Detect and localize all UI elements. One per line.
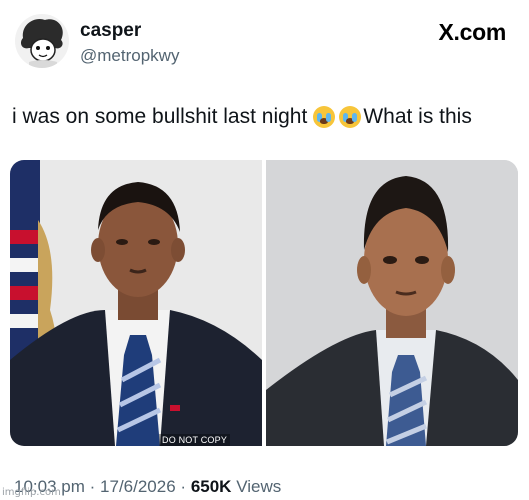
media-image-right[interactable] bbox=[266, 160, 518, 446]
tweet-text: i was on some bullshit last night What i… bbox=[12, 105, 472, 129]
views-count: 650K bbox=[190, 477, 232, 496]
watermark-label: DO NOT COPY bbox=[159, 434, 231, 446]
tweet-media[interactable]: DO NOT COPY bbox=[10, 160, 518, 446]
meta-separator: · bbox=[180, 477, 187, 496]
author-handle[interactable]: @metropkwy bbox=[80, 46, 179, 66]
brand-label: X.com bbox=[438, 19, 506, 45]
tweet-date[interactable]: 17/6/2026 bbox=[100, 477, 176, 496]
loudly-crying-face-icon bbox=[339, 106, 362, 128]
media-image-left[interactable]: DO NOT COPY bbox=[10, 160, 262, 446]
avatar[interactable] bbox=[15, 14, 69, 68]
portrait-right-image bbox=[266, 160, 518, 446]
views-label: Views bbox=[236, 477, 282, 496]
portrait-left-image bbox=[10, 160, 262, 446]
author-display-name[interactable]: casper bbox=[80, 20, 141, 42]
meta-separator: · bbox=[89, 477, 96, 496]
site-watermark: imgflip.com bbox=[2, 487, 61, 498]
tweet-text-part2: What is this bbox=[363, 105, 472, 128]
loudly-crying-face-icon bbox=[313, 106, 336, 128]
tweet-text-part1: i was on some bullshit last night bbox=[12, 105, 308, 128]
sheep-avatar-icon bbox=[15, 14, 69, 68]
